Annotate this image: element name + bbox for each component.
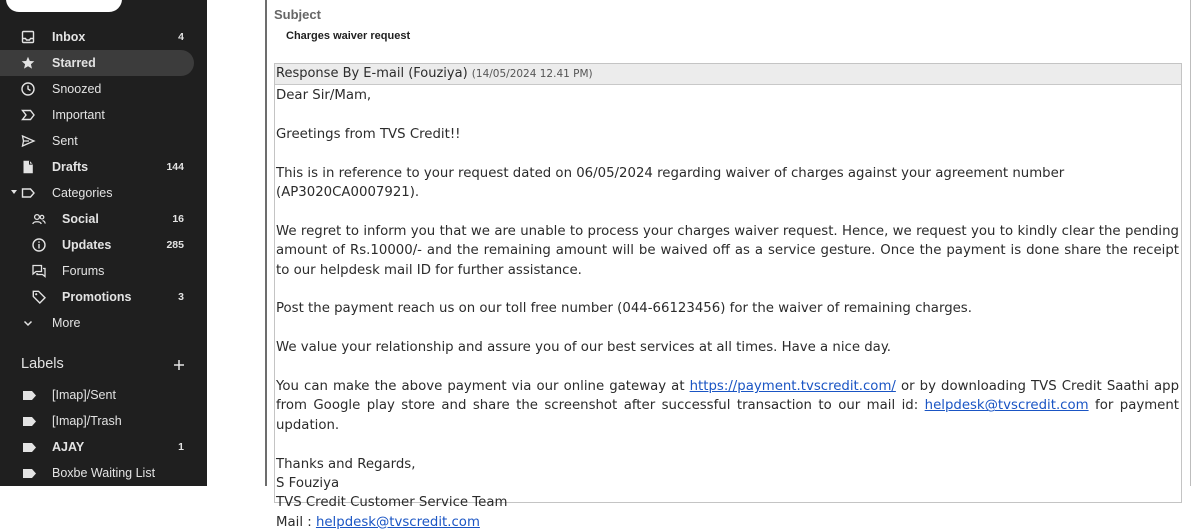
unread-count: 1 [178, 441, 184, 453]
sidebar-item-sent[interactable]: Sent [0, 128, 194, 154]
sidebar-item-more[interactable]: More [0, 310, 194, 336]
label-item-label: Boxbe Waiting List [52, 466, 156, 480]
unread-count: 16 [172, 213, 184, 225]
forum-icon [32, 264, 46, 278]
sidebar-item-updates[interactable]: Updates 285 [0, 232, 194, 258]
sidebar-item-label: More [52, 316, 81, 330]
label-item-boxbe-waiting-list[interactable]: Boxbe Waiting List [0, 461, 194, 485]
letter-signer: S Fouziya [276, 476, 340, 492]
sidebar-item-social[interactable]: Social 16 [0, 206, 194, 232]
letter-paragraph-regret: We regret to inform you that we are unab… [276, 223, 1179, 278]
info-icon [32, 238, 46, 252]
letter-greeting: Dear Sir/Mam, [276, 88, 372, 103]
sidebar-item-label: Snoozed [52, 82, 102, 96]
star-icon [21, 56, 35, 69]
label-icon [23, 417, 36, 426]
response-title: Response By E-mail (Fouziya) [276, 66, 468, 81]
sidebar-item-label: Inbox [52, 30, 86, 44]
label-outline-icon [21, 188, 35, 198]
frame-border-right [1190, 0, 1191, 486]
message-view: Subject Charges waiver request Response … [207, 0, 1200, 530]
label-icon [23, 469, 36, 478]
payment-gateway-link[interactable]: https://payment.tvscredit.com/ [690, 379, 896, 394]
letter-paragraph-post-payment: Post the payment reach us on our toll fr… [276, 301, 972, 317]
sidebar-item-label: Important [52, 108, 105, 122]
send-icon [21, 134, 36, 148]
letter-body: Dear Sir/Mam, Greetings from TVS Credit!… [275, 85, 1179, 532]
sidebar-item-label: Forums [62, 264, 105, 278]
sidebar-item-snoozed[interactable]: Snoozed [0, 76, 194, 102]
letter-mail: Mail : helpdesk@tvscredit.com [276, 513, 1179, 532]
important-icon [21, 109, 35, 121]
letter-paragraph-reference: This is in reference to your request dat… [276, 165, 1065, 200]
sidebar-item-label: Promotions [62, 290, 132, 304]
signature-email-link[interactable]: helpdesk@tvscredit.com [316, 515, 480, 530]
sidebar-item-important[interactable]: Important [0, 102, 194, 128]
letter-team: TVS Credit Customer Service Team [276, 495, 508, 511]
letter-paragraph-payment: You can make the above payment via our o… [276, 377, 1179, 435]
response-header: Response By E-mail (Fouziya) (14/05/2024… [275, 64, 1181, 85]
label-item-imap-sent[interactable]: [Imap]/Sent [0, 383, 194, 407]
subject-label: Subject [274, 7, 321, 22]
sidebar-item-label: Starred [52, 56, 96, 70]
draft-count: 144 [166, 161, 184, 173]
mail-label: Mail : [276, 514, 316, 530]
tag-icon [32, 290, 46, 304]
compose-button[interactable] [6, 0, 122, 12]
label-icon [23, 391, 36, 400]
expand-caret-icon[interactable] [11, 190, 17, 194]
clock-icon [21, 82, 35, 96]
label-item-label: [Imap]/Sent [52, 388, 116, 402]
helpdesk-email-link[interactable]: helpdesk@tvscredit.com [925, 398, 1089, 413]
unread-count: 3 [178, 291, 184, 303]
label-item-label: AJAY [52, 440, 85, 454]
label-item-label: [Imap]/Trash [52, 414, 122, 428]
people-icon [32, 213, 46, 225]
letter-greetings-line: Greetings from TVS Credit!! [276, 126, 461, 142]
labels-heading: Labels [21, 356, 64, 372]
letter-thanks: Thanks and Regards, [276, 456, 416, 472]
sidebar-item-starred[interactable]: Starred [0, 50, 194, 76]
letter-paragraph-value: We value your relationship and assure yo… [276, 340, 892, 356]
label-item-ajay[interactable]: AJAY 1 [0, 435, 194, 459]
sidebar-item-categories[interactable]: Categories [0, 180, 194, 206]
sidebar-item-promotions[interactable]: Promotions 3 [0, 284, 194, 310]
frame-border-left [265, 0, 267, 486]
unread-count: 285 [166, 239, 184, 251]
unread-count: 4 [178, 31, 184, 43]
sidebar-item-drafts[interactable]: Drafts 144 [0, 154, 194, 180]
response-box: Response By E-mail (Fouziya) (14/05/2024… [274, 63, 1182, 530]
label-item-imap-trash[interactable]: [Imap]/Trash [0, 409, 194, 433]
chevron-down-icon [23, 320, 33, 327]
sidebar: Inbox 4 Starred Snoozed Important Sent D… [0, 0, 207, 486]
sidebar-item-label: Categories [52, 186, 113, 200]
sidebar-item-label: Drafts [52, 160, 89, 174]
sidebar-item-label: Updates [62, 238, 112, 252]
inbox-icon [21, 30, 35, 44]
sidebar-item-forums[interactable]: Forums [0, 258, 194, 284]
draft-icon [23, 160, 33, 174]
subject-value: Charges waiver request [286, 30, 411, 42]
sidebar-item-label: Sent [52, 134, 78, 148]
label-icon [23, 443, 36, 452]
response-date: (14/05/2024 12.41 PM) [471, 68, 593, 80]
sidebar-item-inbox[interactable]: Inbox 4 [0, 24, 194, 50]
add-label-icon[interactable] [171, 357, 187, 373]
payment-text: You can make the above payment via our o… [276, 379, 690, 394]
sidebar-item-label: Social [62, 212, 99, 226]
